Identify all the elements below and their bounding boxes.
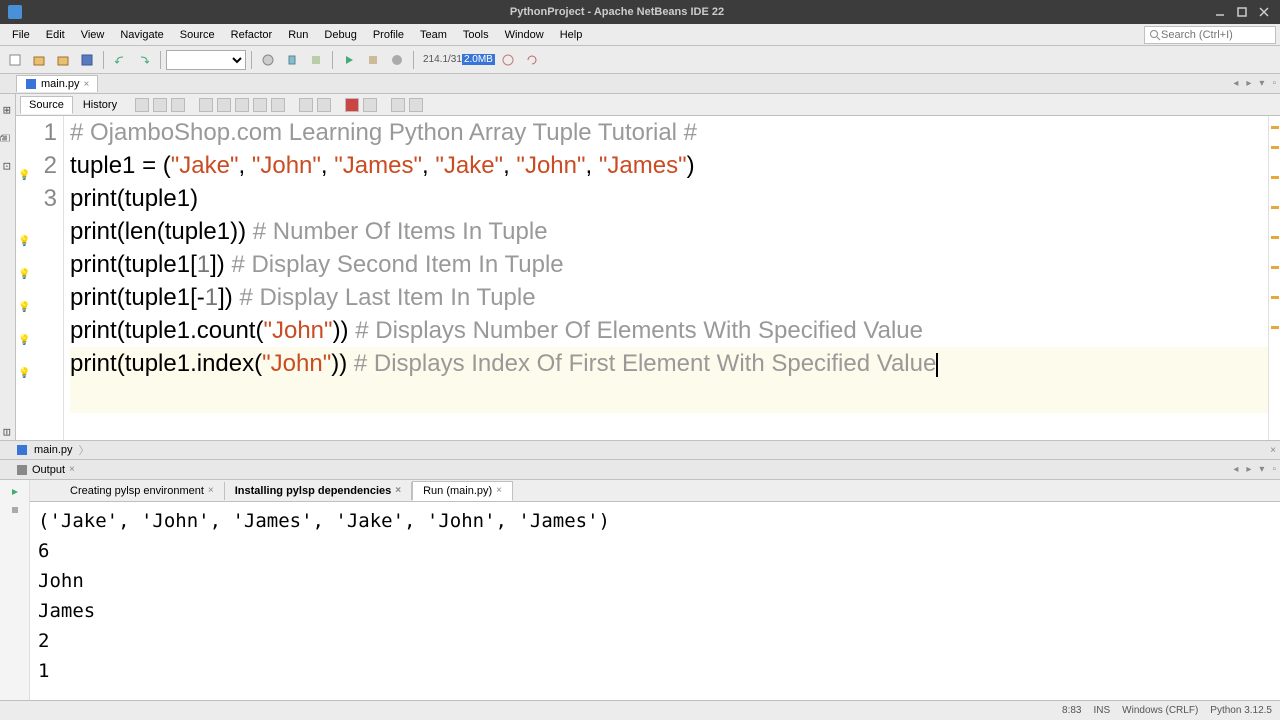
menu-source[interactable]: Source [172, 26, 223, 44]
find-icon[interactable] [199, 98, 213, 112]
left-sidebar: ⊞ 🗎 ⊡ ⊟ [0, 94, 16, 440]
rerun-button[interactable] [7, 484, 23, 500]
output-side-toolbar [0, 480, 30, 716]
prev-icon[interactable] [217, 98, 231, 112]
menu-run[interactable]: Run [280, 26, 316, 44]
close-icon[interactable]: × [395, 485, 401, 496]
diff2-icon[interactable] [271, 98, 285, 112]
menu-team[interactable]: Team [412, 26, 455, 44]
menu-debug[interactable]: Debug [316, 26, 364, 44]
open-button[interactable] [52, 49, 74, 71]
out-scroll-left[interactable]: ◂ [1229, 464, 1242, 475]
editor-tabs: main.py × ◂ ▸ ▾ ▫ [0, 74, 1280, 94]
shift-right-icon[interactable] [317, 98, 331, 112]
python-icon [25, 78, 37, 90]
maximize-editor[interactable]: ▫ [1268, 78, 1280, 89]
menu-refactor[interactable]: Refactor [223, 26, 281, 44]
output-text[interactable]: ('Jake', 'John', 'James', 'Jake', 'John'… [30, 502, 1280, 716]
main-toolbar: 214.1/312.0MB [0, 46, 1280, 74]
editor-header: Source History [16, 94, 1280, 116]
menu-tools[interactable]: Tools [455, 26, 497, 44]
new-project-button[interactable] [28, 49, 50, 71]
tab-source[interactable]: Source [20, 96, 73, 114]
config-select[interactable] [166, 50, 246, 70]
redo-button[interactable] [133, 49, 155, 71]
code-editor[interactable]: 123 # OjamboShop.com Learning Python Arr… [16, 116, 1280, 440]
comment-icon[interactable] [391, 98, 405, 112]
menubar: File Edit View Navigate Source Refactor … [0, 24, 1280, 46]
menu-edit[interactable]: Edit [38, 26, 73, 44]
new-file-button[interactable] [4, 49, 26, 71]
language-version: Python 3.12.5 [1210, 705, 1272, 716]
breadcrumb-bar: main.py 〉 × [0, 440, 1280, 460]
close-icon[interactable]: × [208, 485, 214, 496]
search-input[interactable] [1161, 29, 1271, 41]
close-button[interactable] [1256, 4, 1272, 20]
out-tab-run[interactable]: Run (main.py)× [412, 481, 513, 501]
bc-close[interactable]: × [1266, 445, 1280, 456]
breadcrumb-file[interactable]: main.py [28, 442, 79, 458]
out-scroll-right[interactable]: ▸ [1242, 464, 1255, 475]
debug-button[interactable] [362, 49, 384, 71]
tab-dropdown[interactable]: ▾ [1255, 78, 1268, 89]
clean-build-button[interactable] [281, 49, 303, 71]
titlebar: PythonProject - Apache NetBeans IDE 22 [0, 0, 1280, 24]
profile-button[interactable] [386, 49, 408, 71]
output-icon [16, 464, 28, 476]
tab-main-py[interactable]: main.py × [16, 75, 98, 92]
menu-profile[interactable]: Profile [365, 26, 412, 44]
run-button[interactable] [338, 49, 360, 71]
line-ending: Windows (CRLF) [1122, 705, 1198, 716]
menu-help[interactable]: Help [552, 26, 591, 44]
close-icon[interactable]: × [69, 464, 75, 475]
memory-usage: 214.1/312.0MB [423, 54, 495, 65]
sidebar-navigator[interactable]: ⊟ [1, 424, 14, 440]
diff-icon[interactable] [253, 98, 267, 112]
out-tab-pylsp-env[interactable]: Creating pylsp environment× [60, 482, 225, 500]
menu-file[interactable]: File [4, 26, 38, 44]
tab-scroll-left[interactable]: ◂ [1229, 78, 1242, 89]
compose-button[interactable] [305, 49, 327, 71]
tab-history[interactable]: History [75, 97, 125, 113]
sidebar-services[interactable]: ⊡ [1, 158, 14, 174]
output-tabs: Creating pylsp environment× Installing p… [30, 480, 1280, 502]
undo-button[interactable] [109, 49, 131, 71]
out-dropdown[interactable]: ▾ [1255, 464, 1268, 475]
save-all-button[interactable] [76, 49, 98, 71]
window-title: PythonProject - Apache NetBeans IDE 22 [28, 6, 1206, 18]
sidebar-projects[interactable]: ⊞ [1, 102, 14, 118]
stop-button[interactable] [7, 502, 23, 518]
shift-left-icon[interactable] [299, 98, 313, 112]
search-icon [1149, 29, 1161, 41]
cursor-position: 8:83 [1062, 705, 1081, 716]
search-box[interactable] [1144, 26, 1276, 44]
next-icon[interactable] [235, 98, 249, 112]
statusbar: 8:83 INS Windows (CRLF) Python 3.12.5 [0, 700, 1280, 720]
close-icon[interactable]: × [84, 79, 90, 90]
minimize-button[interactable] [1212, 4, 1228, 20]
nav-back-icon[interactable] [135, 98, 149, 112]
tab-scroll-right[interactable]: ▸ [1242, 78, 1255, 89]
macro-rec-icon[interactable] [345, 98, 359, 112]
out-tab-pylsp-deps[interactable]: Installing pylsp dependencies× [225, 482, 412, 500]
close-icon[interactable]: × [496, 485, 502, 496]
insert-mode: INS [1093, 705, 1110, 716]
nav-fwd-icon[interactable] [153, 98, 167, 112]
out-maximize[interactable]: ▫ [1268, 464, 1280, 475]
menu-window[interactable]: Window [497, 26, 552, 44]
menu-view[interactable]: View [73, 26, 113, 44]
uncomment-icon[interactable] [409, 98, 423, 112]
refresh-icon[interactable] [521, 49, 543, 71]
python-icon [16, 444, 28, 456]
maximize-button[interactable] [1234, 4, 1250, 20]
overview-ruler[interactable] [1268, 116, 1280, 440]
macro-stop-icon[interactable] [363, 98, 377, 112]
menu-navigate[interactable]: Navigate [112, 26, 171, 44]
bookmark-icon[interactable] [171, 98, 185, 112]
sidebar-files[interactable]: 🗎 [0, 130, 17, 146]
output-title-bar: Output × ◂ ▸ ▾ ▫ [0, 460, 1280, 480]
app-icon [8, 5, 22, 19]
build-button[interactable] [257, 49, 279, 71]
gc-button[interactable] [497, 49, 519, 71]
